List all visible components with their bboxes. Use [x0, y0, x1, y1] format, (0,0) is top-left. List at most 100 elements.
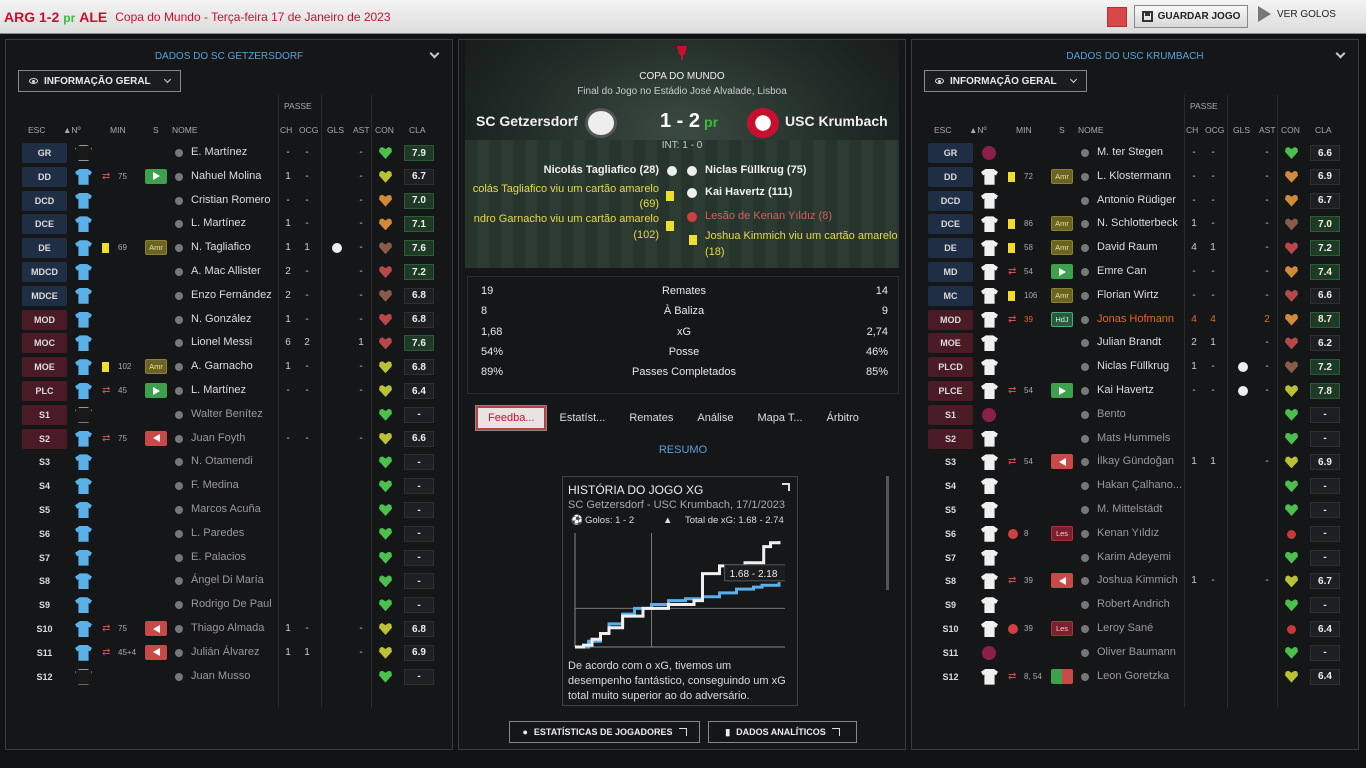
- status-tag[interactable]: Amr: [145, 240, 167, 256]
- player-row[interactable]: PLC ⇄ 45 L. Martínez - - - 6.4: [6, 379, 454, 403]
- column-header-nome[interactable]: NOME: [1078, 125, 1104, 135]
- tab-0[interactable]: Feedba...: [475, 405, 548, 431]
- status-tag[interactable]: [1051, 264, 1073, 279]
- player-row[interactable]: S12 Juan Musso -: [6, 665, 454, 689]
- tab-3[interactable]: Análise: [685, 405, 745, 431]
- player-name[interactable]: Marcos Acuña: [191, 503, 261, 515]
- column-header-ch[interactable]: CH: [280, 125, 292, 135]
- player-row[interactable]: S7 Karim Adeyemi -: [912, 546, 1360, 570]
- player-name[interactable]: Julian Brandt: [1097, 336, 1161, 348]
- player-name[interactable]: İlkay Gündoğan: [1097, 455, 1174, 467]
- player-name[interactable]: Bento: [1097, 408, 1126, 420]
- player-row[interactable]: S4 F. Medina -: [6, 474, 454, 498]
- player-row[interactable]: MD ⇄ 54 Emre Can - - - 7.4: [912, 260, 1360, 284]
- status-tag[interactable]: [1051, 573, 1073, 589]
- status-tag[interactable]: Les: [1051, 525, 1073, 541]
- player-row[interactable]: S6 8 Les Kenan Yıldız -: [912, 522, 1360, 546]
- player-name[interactable]: Emre Can: [1097, 265, 1147, 277]
- player-row[interactable]: S2 ⇄ 75 Juan Foyth - - - 6.6: [6, 427, 454, 451]
- player-row[interactable]: DE 69 Amr N. Tagliafico 1 1 - 7.6: [6, 236, 454, 260]
- tab-4[interactable]: Mapa T...: [745, 405, 814, 431]
- column-header-cla[interactable]: CLA: [409, 125, 426, 135]
- player-name[interactable]: Antonio Rüdiger: [1097, 194, 1176, 206]
- player-name[interactable]: Florian Wirtz: [1097, 289, 1159, 301]
- player-row[interactable]: MDCD A. Mac Allister 2 - - 7.2: [6, 260, 454, 284]
- player-row[interactable]: S4 Hakan Çalhano... -: [912, 474, 1360, 498]
- player-name[interactable]: E. Palacios: [191, 551, 246, 563]
- player-name[interactable]: N. Tagliafico: [191, 241, 251, 253]
- column-header-ch[interactable]: CH: [1186, 125, 1198, 135]
- status-tag[interactable]: [145, 621, 167, 636]
- player-name[interactable]: L. Martínez: [191, 384, 246, 396]
- player-row[interactable]: MOE Julian Brandt 2 1 - 6.2: [912, 331, 1360, 355]
- player-name[interactable]: Ángel Di María: [191, 574, 264, 586]
- player-name[interactable]: Leon Goretzka: [1097, 670, 1169, 682]
- expand-icon[interactable]: [782, 483, 790, 491]
- player-name[interactable]: Robert Andrich: [1097, 598, 1170, 610]
- column-header-min[interactable]: MIN: [1016, 125, 1032, 135]
- player-name[interactable]: L. Martínez: [191, 217, 246, 229]
- home-team-name[interactable]: SC Getzersdorf: [476, 113, 578, 129]
- column-header-gls[interactable]: GLS: [1233, 125, 1250, 135]
- team-color-button[interactable]: [1107, 7, 1127, 27]
- player-name[interactable]: Lionel Messi: [191, 336, 252, 348]
- player-name[interactable]: N. González: [191, 313, 252, 325]
- player-row[interactable]: MOD N. González 1 - - 6.8: [6, 308, 454, 332]
- column-header-nome[interactable]: NOME: [172, 125, 198, 135]
- column-header-con[interactable]: CON: [1281, 125, 1300, 135]
- status-tag[interactable]: [145, 430, 167, 446]
- column-header-num[interactable]: ▲Nº: [63, 125, 81, 135]
- player-name[interactable]: Hakan Çalhano...: [1097, 479, 1182, 491]
- status-tag[interactable]: HdJ: [1051, 311, 1073, 327]
- player-name[interactable]: Cristian Romero: [191, 194, 270, 206]
- player-row[interactable]: DD ⇄ 75 Nahuel Molina 1 - - 6.7: [6, 165, 454, 189]
- player-name[interactable]: Walter Benítez: [191, 408, 263, 420]
- player-name[interactable]: Oliver Baumann: [1097, 646, 1176, 658]
- player-row[interactable]: S8 ⇄ 39 Joshua Kimmich 1 - - 6.7: [912, 569, 1360, 593]
- tab-1[interactable]: Estatíst...: [547, 405, 617, 431]
- player-row[interactable]: S6 L. Paredes -: [6, 522, 454, 546]
- player-name[interactable]: Karim Adeyemi: [1097, 551, 1171, 563]
- column-header-num[interactable]: ▲Nº: [969, 125, 987, 135]
- player-row[interactable]: MOC Lionel Messi 6 2 1 7.6: [6, 331, 454, 355]
- scrollbar[interactable]: [886, 476, 889, 590]
- column-header-min[interactable]: MIN: [110, 125, 126, 135]
- status-tag[interactable]: [1051, 383, 1073, 398]
- info-dropdown[interactable]: INFORMAÇÃO GERAL: [924, 70, 1087, 92]
- player-name[interactable]: Mats Hummels: [1097, 432, 1170, 444]
- player-row[interactable]: S11 ⇄ 45+4 Julián Álvarez 1 1 - 6.9: [6, 641, 454, 665]
- player-row[interactable]: S12 ⇄ 8, 54 Leon Goretzka 6.4: [912, 665, 1360, 689]
- player-row[interactable]: S11 Oliver Baumann -: [912, 641, 1360, 665]
- player-name[interactable]: N. Otamendi: [191, 455, 253, 467]
- player-row[interactable]: GR M. ter Stegen - - - 6.6: [912, 141, 1360, 165]
- player-row[interactable]: S7 E. Palacios -: [6, 546, 454, 570]
- column-header-s[interactable]: S: [153, 125, 159, 135]
- status-tag[interactable]: [145, 383, 167, 398]
- player-row[interactable]: S5 Marcos Acuña -: [6, 498, 454, 522]
- column-header-cla[interactable]: CLA: [1315, 125, 1332, 135]
- status-tag[interactable]: Amr: [1051, 287, 1073, 303]
- player-name[interactable]: Jonas Hofmann: [1097, 313, 1174, 325]
- player-name[interactable]: Julián Álvarez: [191, 646, 259, 658]
- player-row[interactable]: GR E. Martínez - - - 7.9: [6, 141, 454, 165]
- player-stats-button[interactable]: ● ESTATÍSTICAS DE JOGADORES: [509, 721, 700, 743]
- status-tag[interactable]: [1051, 454, 1073, 470]
- player-name[interactable]: Joshua Kimmich: [1097, 574, 1178, 586]
- status-tag[interactable]: Amr: [145, 359, 167, 375]
- player-name[interactable]: L. Klostermann: [1097, 170, 1171, 182]
- player-name[interactable]: Leroy Sané: [1097, 622, 1153, 634]
- player-row[interactable]: S3 N. Otamendi -: [6, 450, 454, 474]
- player-row[interactable]: MOE 102 Amr A. Garnacho 1 - - 6.8: [6, 355, 454, 379]
- player-row[interactable]: S9 Rodrigo De Paul -: [6, 593, 454, 617]
- column-header-con[interactable]: CON: [375, 125, 394, 135]
- column-header-gls[interactable]: GLS: [327, 125, 344, 135]
- player-row[interactable]: S1 Bento -: [912, 403, 1360, 427]
- tab-2[interactable]: Remates: [617, 405, 685, 431]
- column-header-s[interactable]: S: [1059, 125, 1065, 135]
- player-name[interactable]: David Raum: [1097, 241, 1158, 253]
- player-row[interactable]: S3 ⇄ 54 İlkay Gündoğan 1 1 - 6.9: [912, 450, 1360, 474]
- player-row[interactable]: DCD Antonio Rüdiger - - - 6.7: [912, 189, 1360, 213]
- player-row[interactable]: MC 106 Amr Florian Wirtz - - - 6.6: [912, 284, 1360, 308]
- player-row[interactable]: S8 Ángel Di María -: [6, 569, 454, 593]
- info-dropdown[interactable]: INFORMAÇÃO GERAL: [18, 70, 181, 92]
